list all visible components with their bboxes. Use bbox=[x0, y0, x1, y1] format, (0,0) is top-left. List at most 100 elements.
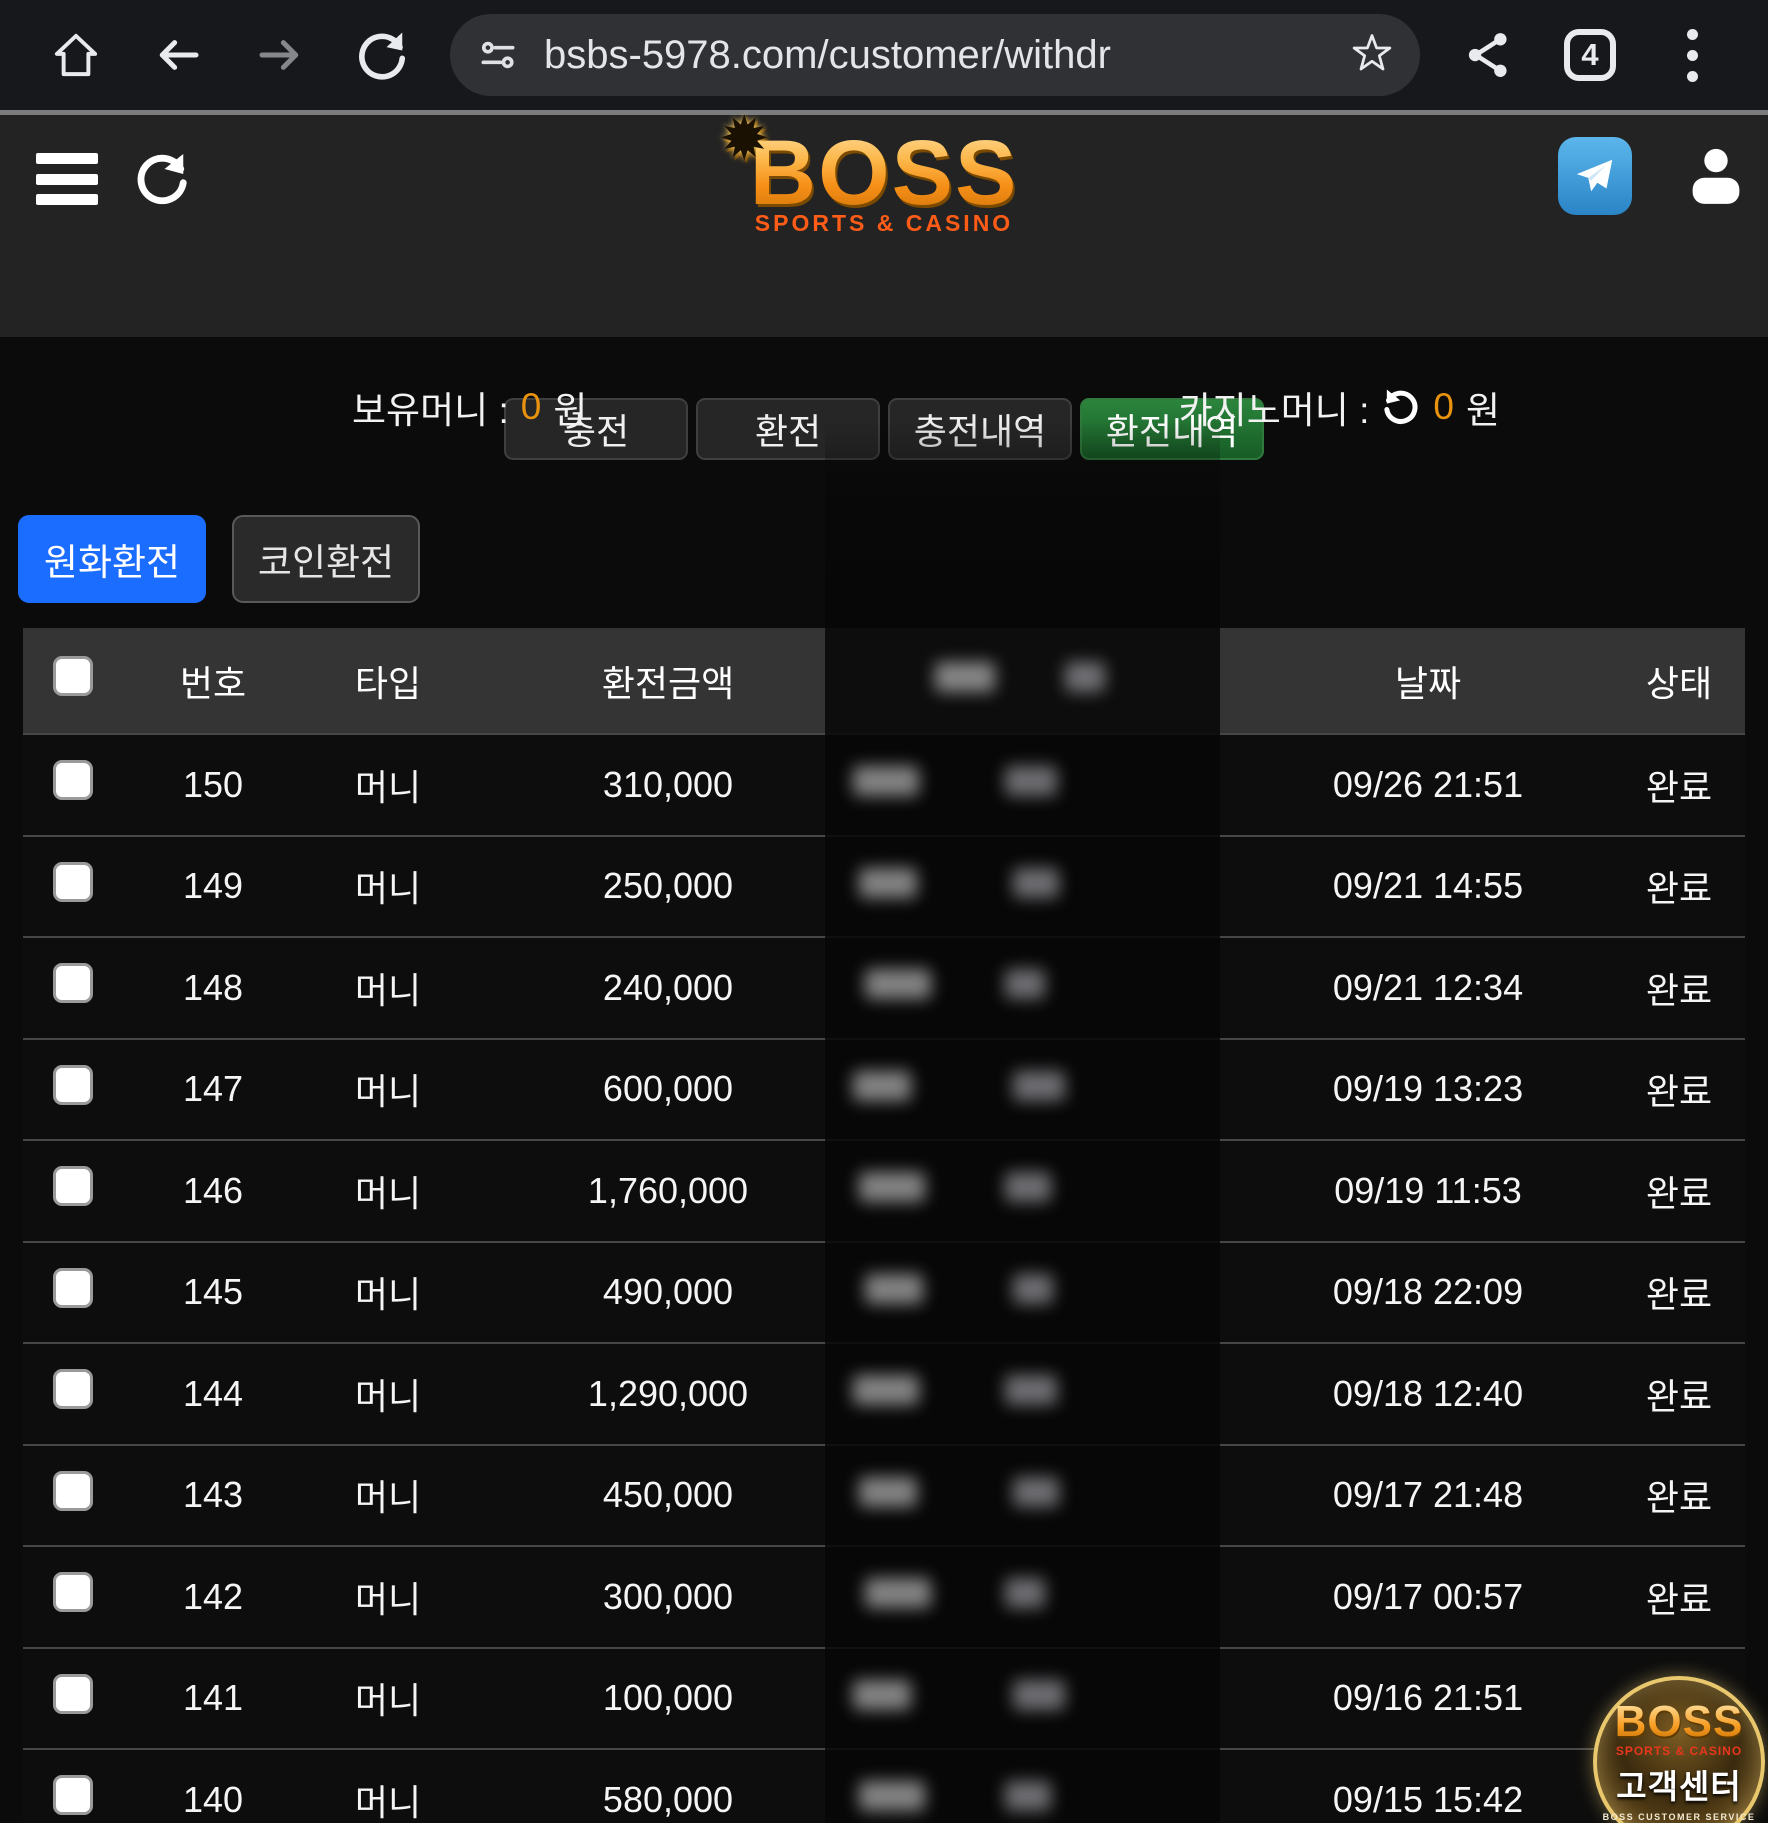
screen: bsbs-5978.com/customer/withdr 4 ✹BOSS SP… bbox=[0, 0, 1768, 1823]
select-all-checkbox[interactable] bbox=[53, 656, 93, 696]
badge-title: BOSS bbox=[1615, 1702, 1744, 1742]
balance-row: 보유머니 :0원 카지노머니 : 0원 bbox=[0, 377, 1768, 437]
cell-date: 09/16 21:51 bbox=[1243, 1677, 1613, 1719]
cell-amount: 600,000 bbox=[483, 1068, 853, 1110]
reload-icon[interactable] bbox=[334, 7, 430, 103]
tab-count: 4 bbox=[1564, 29, 1616, 81]
row-checkbox[interactable] bbox=[53, 1268, 93, 1308]
cell-status: 완료 bbox=[1613, 860, 1745, 912]
logo-title: ✹BOSS bbox=[750, 121, 1019, 226]
row-checkbox[interactable] bbox=[53, 1674, 93, 1714]
table-row: 140 머니 580,000 09/15 15:42 완료 bbox=[23, 1748, 1745, 1823]
cell-amount: 250,000 bbox=[483, 865, 853, 907]
cell-type: 머니 bbox=[293, 1774, 483, 1823]
cell-amount: 240,000 bbox=[483, 967, 853, 1009]
table-row: 145 머니 490,000 09/18 22:09 완료 bbox=[23, 1241, 1745, 1343]
customer-service-badge[interactable]: BOSS SPORTS & CASINO 고객센터 BOSS CUSTOMER … bbox=[1593, 1676, 1765, 1823]
cell-no: 142 bbox=[133, 1576, 293, 1618]
cell-status: 완료 bbox=[1613, 759, 1745, 811]
cell-type: 머니 bbox=[293, 1063, 483, 1115]
cell-status: 완료 bbox=[1613, 962, 1745, 1014]
url-text: bsbs-5978.com/customer/withdr bbox=[544, 33, 1338, 78]
cell-no: 143 bbox=[133, 1474, 293, 1516]
row-checkbox[interactable] bbox=[53, 1369, 93, 1409]
row-checkbox[interactable] bbox=[53, 862, 93, 902]
profile-icon[interactable] bbox=[1678, 135, 1754, 215]
table-row: 142 머니 300,000 09/17 00:57 완료 bbox=[23, 1545, 1745, 1647]
bookmark-star-icon[interactable] bbox=[1350, 31, 1394, 80]
subtab-coin-exchange[interactable]: 코인환전 bbox=[232, 515, 420, 603]
tab-switcher[interactable]: 4 bbox=[1542, 7, 1638, 103]
cell-date: 09/19 11:53 bbox=[1243, 1170, 1613, 1212]
browser-menu-icon[interactable] bbox=[1644, 7, 1740, 103]
cell-date: 09/18 22:09 bbox=[1243, 1271, 1613, 1313]
share-icon[interactable] bbox=[1440, 7, 1536, 103]
site-logo[interactable]: ✹BOSS SPORTS & CASINO bbox=[0, 121, 1768, 237]
cell-no: 148 bbox=[133, 967, 293, 1009]
row-checkbox[interactable] bbox=[53, 963, 93, 1003]
site-settings-icon bbox=[476, 33, 520, 77]
forward-icon[interactable] bbox=[232, 7, 328, 103]
col-type: 타입 bbox=[293, 655, 483, 707]
cell-no: 145 bbox=[133, 1271, 293, 1313]
casino-amount: 0 bbox=[1433, 386, 1454, 428]
cell-date: 09/15 15:42 bbox=[1243, 1779, 1613, 1821]
cell-status: 완료 bbox=[1613, 1571, 1745, 1623]
table-row: 144 머니 1,290,000 09/18 12:40 완료 bbox=[23, 1342, 1745, 1444]
row-checkbox[interactable] bbox=[53, 760, 93, 800]
cell-no: 150 bbox=[133, 764, 293, 806]
cell-status: 완료 bbox=[1613, 1266, 1745, 1318]
table-body: 150 머니 310,000 09/26 21:51 완료 149 머니 250… bbox=[23, 733, 1745, 1823]
row-checkbox[interactable] bbox=[53, 1065, 93, 1105]
table-row: 149 머니 250,000 09/21 14:55 완료 bbox=[23, 835, 1745, 937]
table-row: 141 머니 100,000 09/16 21:51 완료 bbox=[23, 1647, 1745, 1749]
cell-no: 149 bbox=[133, 865, 293, 907]
row-checkbox[interactable] bbox=[53, 1775, 93, 1815]
casino-balance: 카지노머니 : 0원 bbox=[1179, 380, 1500, 434]
spark-icon: ✹ bbox=[722, 107, 769, 170]
cell-no: 144 bbox=[133, 1373, 293, 1415]
sub-tabs: 원화환전 코인환전 bbox=[18, 515, 1768, 603]
telegram-plane-icon bbox=[1572, 153, 1618, 199]
cell-no: 146 bbox=[133, 1170, 293, 1212]
row-checkbox[interactable] bbox=[53, 1166, 93, 1206]
cell-date: 09/17 00:57 bbox=[1243, 1576, 1613, 1618]
subtab-krw-exchange[interactable]: 원화환전 bbox=[18, 515, 206, 603]
table-row: 147 머니 600,000 09/19 13:23 완료 bbox=[23, 1038, 1745, 1140]
cell-no: 141 bbox=[133, 1677, 293, 1719]
cell-status: 완료 bbox=[1613, 1165, 1745, 1217]
cell-status: 완료 bbox=[1613, 1368, 1745, 1420]
cell-status: 완료 bbox=[1613, 1469, 1745, 1521]
cell-no: 147 bbox=[133, 1068, 293, 1110]
cell-no: 140 bbox=[133, 1779, 293, 1821]
cell-amount: 310,000 bbox=[483, 764, 853, 806]
cell-type: 머니 bbox=[293, 1165, 483, 1217]
wallet-balance: 보유머니 :0원 bbox=[352, 380, 587, 434]
row-checkbox[interactable] bbox=[53, 1572, 93, 1612]
cell-amount: 300,000 bbox=[483, 1576, 853, 1618]
site-header: ✹BOSS SPORTS & CASINO 보유머니 :0원 카지노머니 : 0… bbox=[0, 115, 1768, 337]
cell-amount: 450,000 bbox=[483, 1474, 853, 1516]
row-checkbox[interactable] bbox=[53, 1471, 93, 1511]
table-row: 143 머니 450,000 09/17 21:48 완료 bbox=[23, 1444, 1745, 1546]
col-no: 번호 bbox=[133, 655, 293, 707]
cell-amount: 580,000 bbox=[483, 1779, 853, 1821]
home-icon[interactable] bbox=[28, 7, 124, 103]
cell-type: 머니 bbox=[293, 1368, 483, 1420]
badge-caption: BOSS CUSTOMER SERVICE bbox=[1603, 1812, 1756, 1822]
cell-status: 완료 bbox=[1613, 1063, 1745, 1115]
url-bar[interactable]: bsbs-5978.com/customer/withdr bbox=[450, 14, 1420, 96]
col-amount: 환전금액 bbox=[483, 655, 853, 707]
telegram-button[interactable] bbox=[1558, 137, 1632, 215]
browser-toolbar: bsbs-5978.com/customer/withdr 4 bbox=[0, 0, 1768, 110]
wallet-amount: 0 bbox=[521, 386, 542, 428]
cell-amount: 1,760,000 bbox=[483, 1170, 853, 1212]
table-row: 148 머니 240,000 09/21 12:34 완료 bbox=[23, 936, 1745, 1038]
col-status: 상태 bbox=[1613, 655, 1745, 707]
cell-type: 머니 bbox=[293, 1672, 483, 1724]
col-date: 날짜 bbox=[1243, 655, 1613, 707]
cell-date: 09/26 21:51 bbox=[1243, 764, 1613, 806]
back-icon[interactable] bbox=[130, 7, 226, 103]
cell-date: 09/19 13:23 bbox=[1243, 1068, 1613, 1110]
casino-refresh-icon[interactable] bbox=[1381, 387, 1421, 427]
